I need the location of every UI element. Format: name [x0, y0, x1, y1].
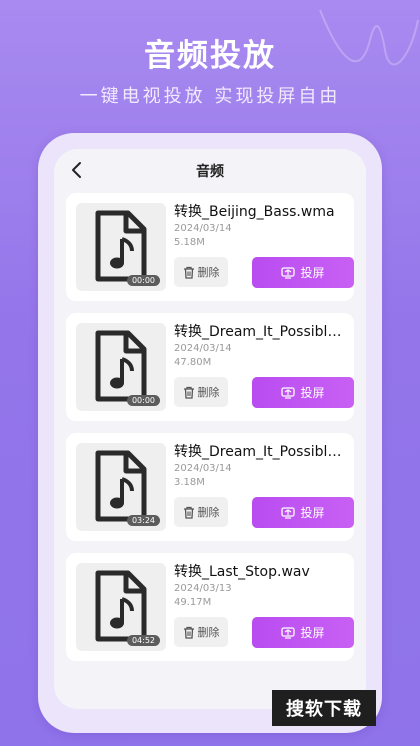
file-date: 2024/03/14 [174, 223, 232, 234]
file-name: 转换_Dream_It_Possible.w... [174, 324, 350, 340]
cast-label: 投屏 [300, 266, 325, 280]
cast-button[interactable]: 投屏 [252, 257, 354, 288]
file-name: 转换_Beijing_Bass.wma [174, 204, 335, 220]
delete-button[interactable]: 删除 [174, 617, 228, 647]
trash-icon [183, 506, 194, 519]
delete-button[interactable]: 删除 [174, 257, 228, 287]
list-item[interactable]: 00:00 转换_Dream_It_Possible.w... 2024/03/… [66, 313, 354, 421]
cast-label: 投屏 [300, 626, 325, 640]
list-item[interactable]: 03:24 转换_Dream_It_Possible.aac 2024/03/1… [66, 433, 354, 541]
duration-badge: 00:00 [126, 275, 160, 286]
list-item[interactable]: 04:52 转换_Last_Stop.wav 2024/03/13 49.17M… [66, 553, 354, 661]
duration-badge: 04:52 [126, 635, 160, 646]
duration-badge: 03:24 [126, 515, 160, 526]
music-file-icon [95, 330, 147, 402]
audio-thumbnail: 00:00 [76, 203, 166, 291]
audio-thumbnail: 04:52 [76, 563, 166, 651]
file-size: 47.80M [174, 357, 212, 368]
cast-button[interactable]: 投屏 [252, 497, 354, 528]
file-date: 2024/03/14 [174, 343, 232, 354]
cast-button[interactable]: 投屏 [252, 377, 354, 408]
cast-screen-icon [281, 626, 296, 639]
nav-bar: 音频 [54, 149, 366, 191]
music-file-icon [95, 210, 147, 282]
trash-icon [183, 266, 194, 279]
watermark-badge: 搜软下载 [272, 690, 376, 726]
file-name: 转换_Dream_It_Possible.aac [174, 444, 350, 460]
music-file-icon [95, 570, 147, 642]
cast-label: 投屏 [300, 386, 325, 400]
audio-thumbnail: 00:00 [76, 323, 166, 411]
cast-screen-icon [281, 386, 296, 399]
delete-label: 删除 [197, 266, 220, 279]
trash-icon [183, 386, 194, 399]
delete-button[interactable]: 删除 [174, 497, 228, 527]
file-size: 3.18M [174, 477, 205, 488]
delete-button[interactable]: 删除 [174, 377, 228, 407]
file-date: 2024/03/13 [174, 583, 232, 594]
file-size: 49.17M [174, 597, 212, 608]
page-title: 音频 [196, 164, 224, 180]
cast-label: 投屏 [300, 506, 325, 520]
hero-subtitle: 一键电视投放 实现投屏自由 [79, 86, 341, 107]
delete-label: 删除 [197, 386, 220, 399]
hero-title: 音频投放 [144, 38, 276, 74]
audio-thumbnail: 03:24 [76, 443, 166, 531]
file-name: 转换_Last_Stop.wav [174, 564, 310, 580]
cast-screen-icon [281, 506, 296, 519]
cast-button[interactable]: 投屏 [252, 617, 354, 648]
audio-file-list: 00:00 转换_Beijing_Bass.wma 2024/03/14 5.1… [66, 193, 354, 673]
duration-badge: 00:00 [126, 395, 160, 406]
delete-label: 删除 [197, 506, 220, 519]
music-file-icon [95, 450, 147, 522]
file-size: 5.18M [174, 237, 205, 248]
app-screen: 音频 00:00 转换_Beijing_Bass.wma 2024/03/14 … [54, 149, 366, 709]
trash-icon [183, 626, 194, 639]
list-item[interactable]: 00:00 转换_Beijing_Bass.wma 2024/03/14 5.1… [66, 193, 354, 301]
delete-label: 删除 [197, 626, 220, 639]
file-date: 2024/03/14 [174, 463, 232, 474]
cast-screen-icon [281, 266, 296, 279]
